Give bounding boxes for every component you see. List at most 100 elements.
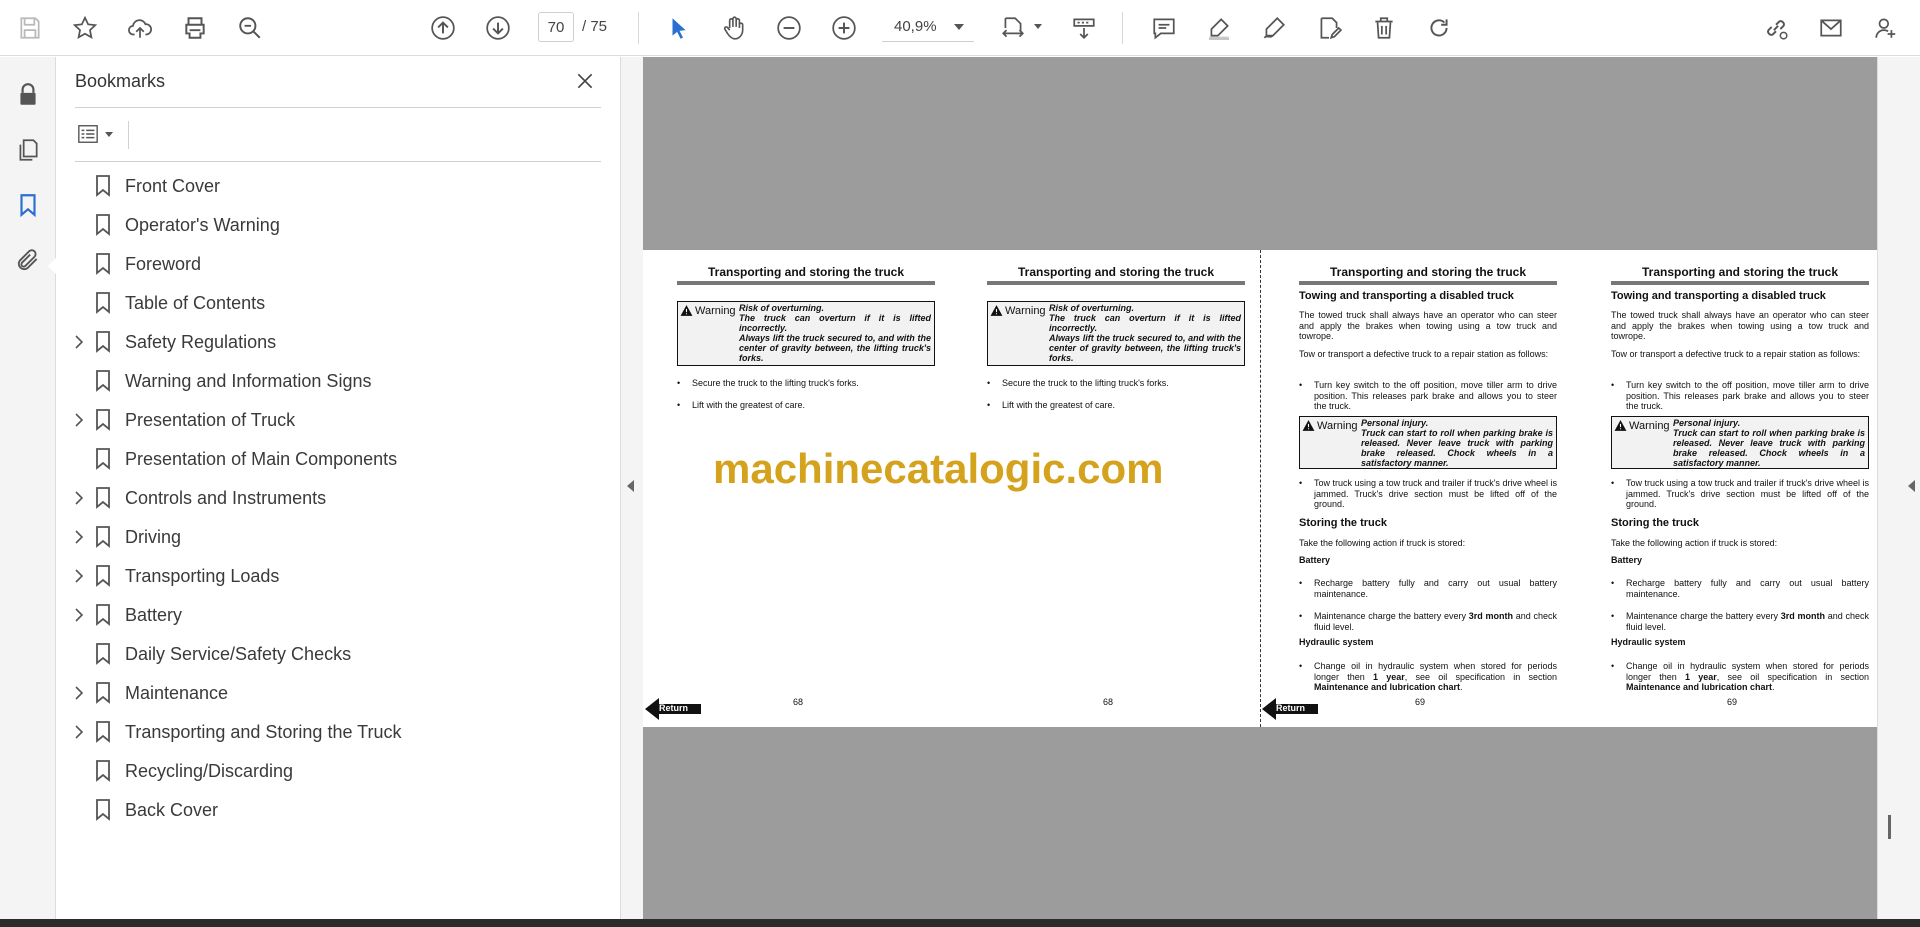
bookmark-item[interactable]: Controls and Instruments [57, 479, 617, 518]
bookmark-item[interactable]: Front Cover [57, 167, 617, 206]
page-number: 68 [792, 697, 803, 707]
close-icon[interactable] [571, 67, 599, 95]
next-page-icon[interactable] [480, 10, 516, 46]
chevron-right-icon[interactable] [72, 686, 86, 700]
bookmark-item[interactable]: Operator's Warning [57, 206, 617, 245]
bookmark-item[interactable]: Driving [57, 518, 617, 557]
zoom-in-icon[interactable] [826, 10, 862, 46]
list-item: Lift with the greatest of care. [677, 400, 935, 411]
watermark-text: machinecatalogic.com [713, 445, 1164, 492]
chevron-right-icon[interactable] [72, 608, 86, 622]
main-toolbar: 70 / 75 40,9% [0, 0, 1920, 56]
select-cursor-icon[interactable] [661, 10, 697, 46]
bookmark-label: Presentation of Truck [125, 410, 296, 430]
list-item: Secure the truck to the lifting truck's … [677, 378, 935, 389]
bookmark-label: Battery [125, 605, 183, 625]
bookmark-item[interactable]: Table of Contents [57, 284, 617, 323]
bookmark-label: Maintenance [125, 683, 229, 703]
share-link-icon[interactable] [1758, 10, 1794, 46]
bookmarks-title: Bookmarks [75, 71, 166, 91]
warning-triangle-icon [990, 305, 1003, 316]
page-heading: Transporting and storing the truck [1017, 265, 1214, 279]
bookmark-item[interactable]: Battery [57, 596, 617, 635]
comment-icon[interactable] [1146, 10, 1182, 46]
section-heading: Battery [1299, 555, 1331, 565]
scroll-mode-icon[interactable] [1066, 10, 1102, 46]
bookmarks-panel-icon[interactable] [10, 187, 46, 223]
page-total: / 75 [582, 18, 608, 35]
bookmark-star-icon[interactable] [67, 10, 103, 46]
edit-pdf-icon[interactable] [1311, 10, 1347, 46]
chevron-down-icon[interactable] [954, 24, 964, 30]
bookmark-item[interactable]: Back Cover [57, 791, 617, 830]
chevron-right-icon[interactable] [72, 491, 86, 505]
list-item: Change oil in hydraulic system when stor… [1299, 661, 1557, 693]
delete-icon[interactable] [1366, 10, 1402, 46]
list-item: Lift with the greatest of care. [987, 400, 1245, 411]
bookmark-item[interactable]: Warning and Information Signs [57, 362, 617, 401]
page-fit-icon[interactable] [995, 10, 1031, 46]
divider [75, 161, 601, 162]
section-heading: Towing and transporting a disabled truck [1611, 290, 1826, 302]
right-panel-handle[interactable] [1877, 57, 1920, 919]
bookmark-item[interactable]: Foreword [57, 245, 617, 284]
chevron-right-icon[interactable] [72, 530, 86, 544]
chevron-right-icon[interactable] [72, 725, 86, 739]
email-icon[interactable] [1813, 10, 1849, 46]
vertical-scrollbar-thumb[interactable] [1888, 815, 1891, 839]
active-panel-indicator [48, 257, 57, 275]
upload-cloud-icon[interactable] [122, 10, 158, 46]
section-heading: Storing the truck [1611, 517, 1700, 529]
rotate-icon[interactable] [1421, 10, 1457, 46]
bookmark-label: Driving [125, 527, 182, 547]
draw-sign-icon[interactable] [1256, 10, 1292, 46]
bookmark-item[interactable]: Safety Regulations [57, 323, 617, 362]
bookmark-icon [96, 799, 110, 821]
warning-text: Risk of overturning. The truck can overt… [1049, 303, 1241, 363]
bookmark-options-button[interactable] [75, 119, 121, 149]
lock-icon[interactable] [10, 77, 46, 113]
bookmark-item[interactable]: Presentation of Truck [57, 401, 617, 440]
section-heading: Battery [1611, 555, 1643, 565]
bookmarks-panel: Bookmarks Front Cover Operator's Warning F… [57, 57, 620, 919]
section-heading: Towing and transporting a disabled truck [1299, 290, 1514, 302]
page-number: 68 [1102, 697, 1113, 707]
bookmark-item[interactable]: Daily Service/Safety Checks [57, 635, 617, 674]
heading-rule [677, 281, 935, 285]
hand-tool-icon[interactable] [716, 10, 752, 46]
warning-triangle-icon [680, 305, 693, 316]
chevron-right-icon[interactable] [72, 569, 86, 583]
zoom-search-icon[interactable] [232, 10, 268, 46]
add-user-icon[interactable] [1868, 10, 1904, 46]
previous-page-icon[interactable] [425, 10, 461, 46]
paragraph: Take the following action if truck is st… [1299, 538, 1466, 548]
bookmark-icon [96, 214, 110, 236]
bookmark-label: Recycling/Discarding [125, 761, 294, 781]
bookmark-item[interactable]: Transporting and Storing the Truck [57, 713, 617, 752]
list-item: Turn key switch to the off position, mov… [1611, 380, 1869, 412]
print-icon[interactable] [177, 10, 213, 46]
page-separator [1260, 250, 1261, 727]
chevron-right-icon[interactable] [72, 335, 86, 349]
list-options-icon [78, 125, 98, 143]
page-thumbnails-icon[interactable] [10, 132, 46, 168]
chevron-right-icon[interactable] [72, 413, 86, 427]
bookmark-icon [96, 682, 110, 704]
chevron-down-icon[interactable] [1034, 24, 1042, 29]
page-number-input[interactable]: 70 [538, 12, 574, 42]
bookmark-item[interactable]: Transporting Loads [57, 557, 617, 596]
chevron-down-icon [105, 131, 113, 137]
bookmark-item[interactable]: Recycling/Discarding [57, 752, 617, 791]
warning-text: Risk of overturning. The truck can overt… [739, 303, 931, 363]
bookmark-item[interactable]: Maintenance [57, 674, 617, 713]
panel-collapse-handle[interactable] [620, 57, 643, 919]
warning-triangle-icon [1614, 420, 1627, 431]
bookmark-item[interactable]: Presentation of Main Components [57, 440, 617, 479]
highlight-icon[interactable] [1201, 10, 1237, 46]
zoom-out-icon[interactable] [771, 10, 807, 46]
attachment-icon[interactable] [10, 242, 46, 278]
list-item: Change oil in hydraulic system when stor… [1611, 661, 1869, 693]
list-item: Recharge battery fully and carry out usu… [1611, 578, 1869, 599]
save-icon[interactable] [12, 10, 48, 46]
bookmark-label: Operator's Warning [125, 215, 280, 235]
